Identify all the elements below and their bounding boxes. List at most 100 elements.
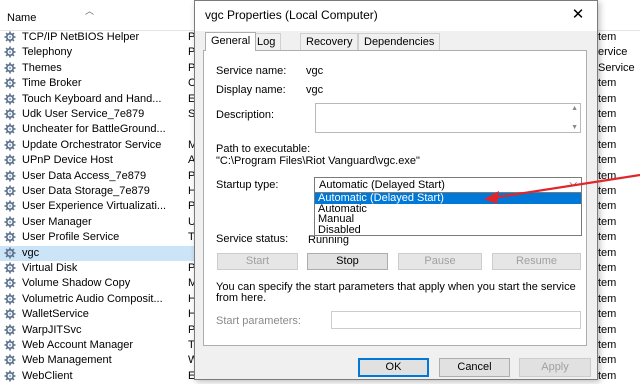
- service-row[interactable]: Time Broker C: [0, 76, 196, 91]
- service-name: User Data Access_7e879: [22, 169, 147, 182]
- startup-type-select[interactable]: Automatic (Delayed Start) ⌵: [314, 177, 582, 193]
- service-row[interactable]: User Data Access_7e879 P: [0, 169, 195, 184]
- service-logon-cell: tem: [598, 369, 617, 382]
- ok-button[interactable]: OK: [358, 358, 429, 377]
- service-name: Themes: [22, 61, 62, 74]
- service-logon-cell: tem: [598, 323, 617, 336]
- scroll-up-icon[interactable]: ▲: [571, 105, 578, 112]
- start-params-label: Start parameters:: [216, 315, 301, 327]
- service-row[interactable]: Virtual Disk P: [0, 261, 195, 276]
- service-row[interactable]: TCP/IP NetBIOS Helper P: [0, 30, 195, 45]
- service-name: Time Broker: [22, 77, 82, 90]
- service-name: Volume Shadow Copy: [22, 277, 131, 290]
- properties-dialog: vgc Properties (Local Computer) ✕ Genera…: [194, 0, 598, 380]
- service-status-label: Service status:: [216, 233, 289, 245]
- service-logon-cell: tem: [598, 292, 617, 305]
- path-value: "C:\Program Files\Riot Vanguard\vgc.exe": [216, 155, 420, 167]
- sort-ascending-icon: ︿: [85, 6, 95, 16]
- service-name: WalletService: [22, 308, 89, 321]
- service-name: Telephony: [22, 46, 73, 59]
- service-name: WarpJITSvc: [22, 323, 82, 336]
- dialog-titlebar[interactable]: vgc Properties (Local Computer) ✕: [195, 1, 597, 31]
- service-row[interactable]: Web Account Manager T: [0, 338, 195, 353]
- hint-text-line1: You can specify the start parameters tha…: [216, 281, 576, 293]
- service-name: vgc: [22, 246, 40, 259]
- service-logon-cell: tem: [598, 215, 617, 228]
- start-params-input[interactable]: [331, 311, 581, 329]
- service-row[interactable]: WarpJITSvc P: [0, 323, 195, 338]
- tab-recovery[interactable]: Recovery: [300, 33, 359, 50]
- display-name-value: vgc: [306, 84, 324, 96]
- service-name: Udk User Service_7e879: [22, 108, 145, 120]
- service-row[interactable]: Volume Shadow Copy M: [0, 276, 197, 291]
- service-name: Web Management: [22, 354, 112, 367]
- service-row[interactable]: Web ManagementW: [0, 353, 198, 368]
- service-row[interactable]: Volumetric Audio Composit... H: [0, 292, 196, 307]
- startup-type-value: Automatic (Delayed Start): [319, 179, 445, 191]
- service-logon-cell: tem: [598, 138, 617, 151]
- service-name: User Manager: [22, 215, 92, 228]
- cancel-button[interactable]: Cancel: [439, 358, 510, 377]
- service-row[interactable]: Themes P: [0, 61, 195, 76]
- service-logon-cell: tem: [598, 92, 617, 105]
- service-name: User Data Storage_7e879: [22, 185, 150, 197]
- close-button[interactable]: ✕: [565, 4, 591, 26]
- service-name: TCP/IP NetBIOS Helper: [22, 31, 140, 43]
- service-name: UPnP Device Host: [22, 154, 113, 167]
- service-logon-cell: tem: [598, 185, 617, 197]
- service-name-label: Service name:: [216, 65, 287, 77]
- service-row[interactable]: vgc: [0, 245, 195, 261]
- service-name: Update Orchestrator Service: [22, 138, 162, 151]
- tab-dependencies[interactable]: Dependencies: [358, 33, 441, 50]
- display-name-label: Display name:: [216, 84, 286, 96]
- option-disabled[interactable]: Disabled: [315, 224, 581, 236]
- service-logon-cell: tem: [598, 354, 617, 367]
- service-logon-cell: tem: [598, 262, 617, 274]
- startup-type-dropdown: Automatic (Delayed Start) Automatic Manu…: [314, 192, 582, 236]
- description-label: Description:: [216, 109, 275, 121]
- resume-button[interactable]: Resume: [492, 253, 581, 270]
- service-name: Volumetric Audio Composit...: [22, 292, 163, 305]
- startup-type-label: Startup type:: [216, 179, 279, 191]
- option-automatic[interactable]: Automatic: [315, 203, 581, 215]
- service-logon-cell: tem: [598, 200, 617, 213]
- stop-button[interactable]: Stop: [307, 253, 388, 270]
- service-logon-cell: tem: [598, 308, 617, 321]
- service-logon-cell: tem: [598, 339, 617, 351]
- service-logon-cell: Service: [598, 61, 635, 74]
- tab-general[interactable]: General: [205, 32, 257, 51]
- service-logon-cell: tem: [598, 108, 617, 120]
- service-logon-cell: tem: [598, 154, 617, 167]
- pause-button[interactable]: Pause: [398, 253, 482, 270]
- option-manual[interactable]: Manual: [315, 214, 581, 225]
- service-logon-cell: tem: [598, 246, 617, 259]
- scroll-down-icon[interactable]: ▼: [571, 124, 578, 131]
- service-row[interactable]: WebClient E: [0, 369, 195, 384]
- service-logon-cell: tem: [598, 277, 617, 290]
- service-name: WebClient: [22, 369, 73, 382]
- service-name-value: vgc: [306, 65, 324, 77]
- service-logon-cell: ervice: [598, 46, 628, 59]
- service-logon-cell: tem: [598, 123, 617, 136]
- service-row[interactable]: WalletService H: [0, 307, 196, 322]
- service-name: User Profile Service: [22, 231, 120, 244]
- apply-button[interactable]: Apply: [519, 358, 591, 377]
- service-row[interactable]: User Manager U: [0, 215, 196, 230]
- start-button[interactable]: Start: [217, 253, 298, 270]
- option-automatic-delayed[interactable]: Automatic (Delayed Start): [315, 193, 581, 204]
- service-row[interactable]: User Experience Virtualizati... P: [0, 199, 195, 214]
- service-row[interactable]: User Data Storage_7e879 H: [0, 184, 196, 199]
- general-panel: Service name: vgc Display name: vgc Desc…: [203, 50, 587, 346]
- service-name: Uncheater for BattleGround...: [22, 123, 166, 136]
- service-row[interactable]: User Profile Service T: [0, 230, 195, 245]
- service-row[interactable]: Uncheater for BattleGround...: [0, 122, 195, 137]
- service-row[interactable]: Update Orchestrator Service M: [0, 138, 197, 153]
- service-name: User Experience Virtualizati...: [22, 200, 167, 213]
- service-row[interactable]: UPnP Device Host A: [0, 153, 195, 168]
- service-row[interactable]: Touch Keyboard and Hand... E: [0, 92, 195, 107]
- service-name: Web Account Manager: [22, 339, 134, 351]
- hint-text-line2: from here.: [216, 292, 267, 304]
- service-row[interactable]: Telephony P: [0, 45, 195, 60]
- description-field[interactable]: ▲ ▼: [315, 103, 581, 133]
- service-row[interactable]: Udk User Service_7e879 S: [0, 107, 195, 122]
